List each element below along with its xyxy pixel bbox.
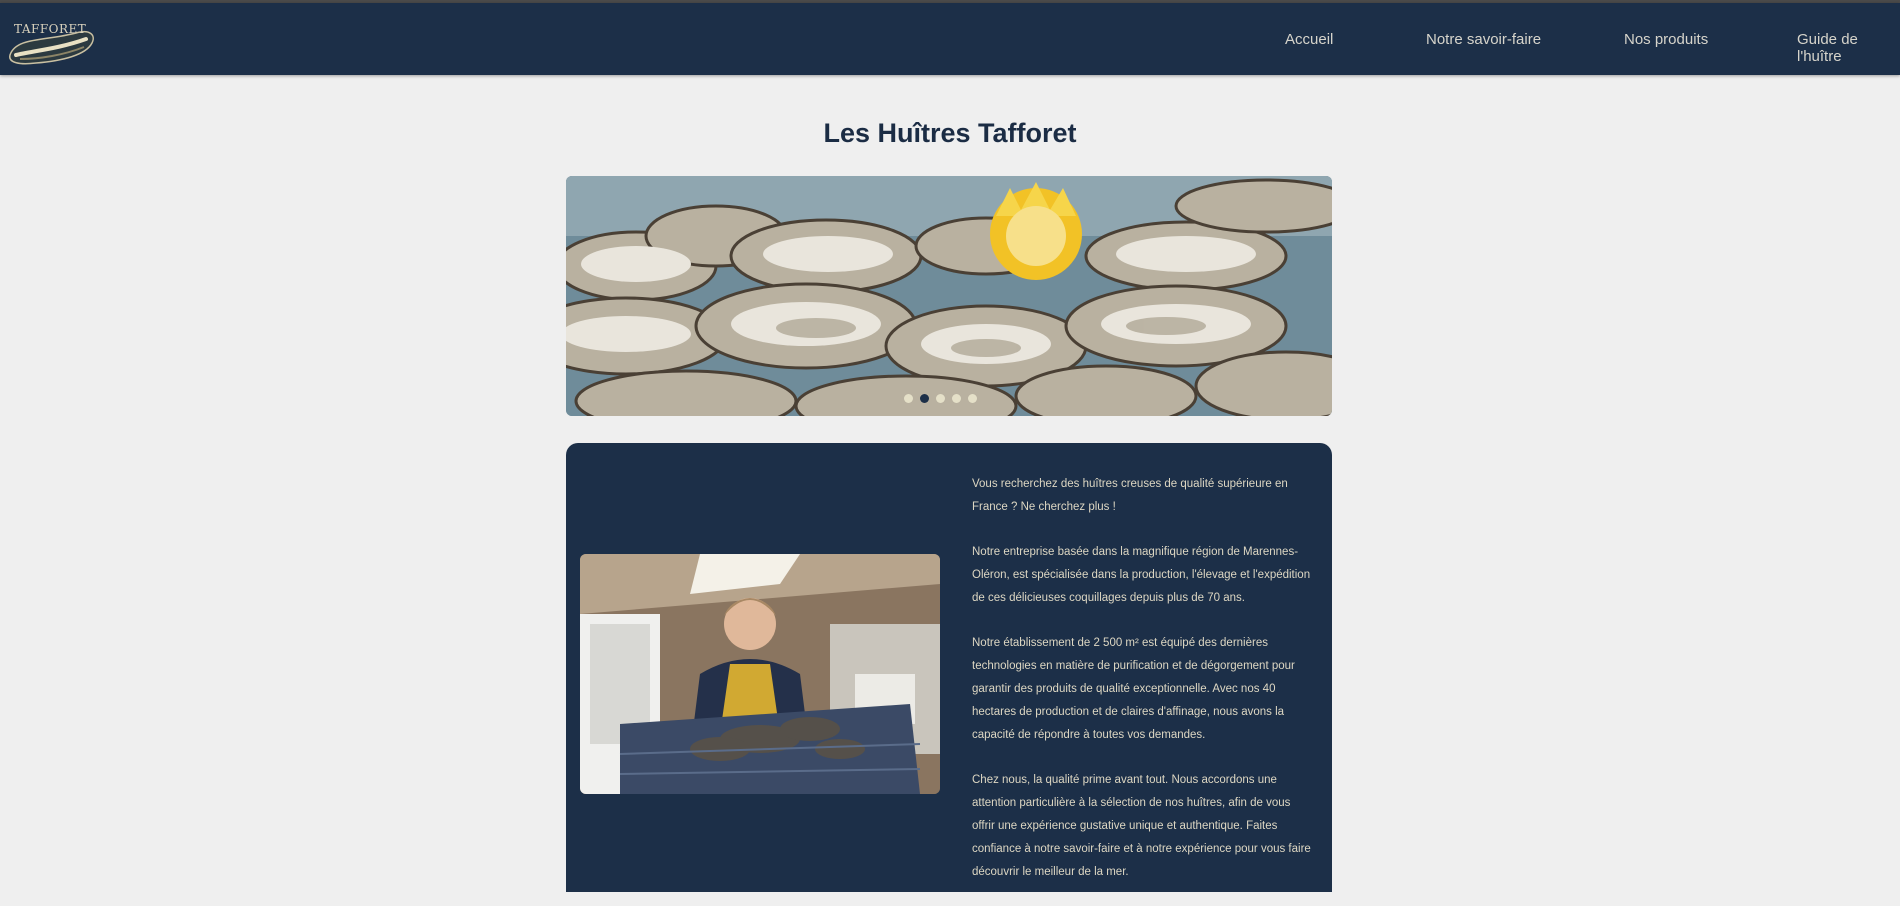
logo-text: TAFFORET xyxy=(14,22,87,36)
carousel-dot-active[interactable] xyxy=(920,394,929,403)
intro-paragraph: Notre établissement de 2 500 m² est équi… xyxy=(972,637,1295,741)
navbar: TAFFORET Accueil Notre savoir-faire Nos … xyxy=(0,3,1900,75)
carousel-dot[interactable] xyxy=(936,394,945,403)
carousel-dot[interactable] xyxy=(952,394,961,403)
intro-paragraph: Chez nous, la qualité prime avant tout. … xyxy=(972,774,1311,878)
carousel-dot[interactable] xyxy=(904,394,913,403)
hero-carousel[interactable] xyxy=(566,176,1332,416)
nav-item-produits[interactable]: Nos produits xyxy=(1624,31,1708,48)
intro-paragraph: Vous recherchez des huîtres creuses de q… xyxy=(972,478,1288,513)
carousel-dot[interactable] xyxy=(968,394,977,403)
logo[interactable]: TAFFORET xyxy=(6,15,98,67)
page-title: Les Huîtres Tafforet xyxy=(823,118,1077,149)
intro-text: Vous recherchez des huîtres creuses de q… xyxy=(972,473,1312,906)
intro-paragraph: Notre entreprise basée dans la magnifiqu… xyxy=(972,546,1311,604)
worker-image xyxy=(580,554,940,794)
intro-panel: Vous recherchez des huîtres creuses de q… xyxy=(566,443,1332,892)
oyster-worker-photo xyxy=(580,554,940,794)
nav-item-guide[interactable]: Guide de l'huître xyxy=(1797,31,1900,65)
nav-item-savoir-faire[interactable]: Notre savoir-faire xyxy=(1426,31,1541,48)
oysters-lemon-image xyxy=(566,176,1332,416)
nav-item-accueil[interactable]: Accueil xyxy=(1285,31,1333,48)
